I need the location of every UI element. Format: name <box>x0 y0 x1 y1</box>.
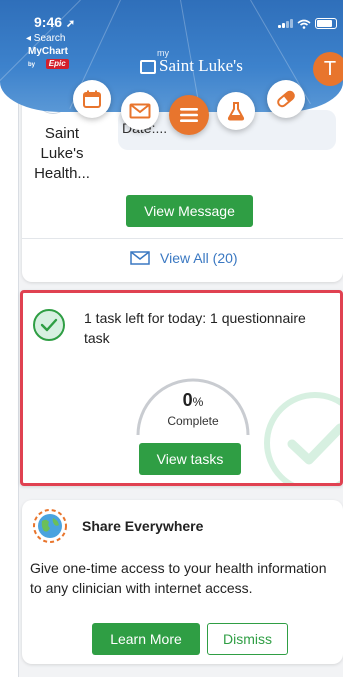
share-title: Share Everywhere <box>82 518 204 534</box>
test-results-button[interactable] <box>217 92 255 130</box>
view-all-link[interactable]: View All (20) <box>130 250 238 266</box>
saint-lukes-brand: my Saint Luke's <box>140 48 243 76</box>
signal-icon <box>278 19 293 28</box>
progress-percent: 0% <box>182 390 204 410</box>
task-summary-text: 1 task left for today: 1 questionnaire t… <box>84 310 306 346</box>
battery-icon <box>315 18 337 29</box>
globe-icon <box>33 509 67 543</box>
flask-icon <box>227 102 245 121</box>
view-tasks-button[interactable]: View tasks <box>139 443 241 475</box>
status-time: 9:46 ➚ <box>34 14 76 30</box>
envelope-icon <box>129 103 151 119</box>
view-message-button[interactable]: View Message <box>126 195 253 227</box>
menu-icon <box>180 108 198 122</box>
checkmark-watermark-icon <box>264 392 340 483</box>
pill-icon <box>277 90 295 108</box>
view-all-label: View All (20) <box>160 250 238 266</box>
avatar[interactable]: T <box>313 52 343 86</box>
message-org-name: Saint Luke's Health... <box>34 125 90 182</box>
wifi-icon <box>297 19 311 29</box>
calendar-icon <box>83 90 101 108</box>
mychart-logo: MyChart by Epic <box>28 46 69 69</box>
messages-button[interactable] <box>121 92 159 130</box>
appointments-button[interactable] <box>73 80 111 118</box>
dismiss-button[interactable]: Dismiss <box>207 623 288 655</box>
status-icons <box>278 18 337 29</box>
envelope-icon <box>130 251 150 265</box>
share-everywhere-card: Share Everywhere Give one-time access to… <box>22 500 343 664</box>
brand-logo-icon <box>140 60 156 74</box>
medications-button[interactable] <box>267 80 305 118</box>
task-card: 1 task left for today: 1 questionnaire t… <box>20 290 343 486</box>
task-check-icon <box>33 309 65 341</box>
share-description: Give one-time access to your health info… <box>30 560 327 596</box>
learn-more-button[interactable]: Learn More <box>92 623 200 655</box>
back-to-search-link[interactable]: ◂ Search <box>26 33 65 44</box>
progress-complete-label: Complete <box>167 414 219 428</box>
card-divider <box>22 238 343 239</box>
main-menu-button[interactable] <box>169 95 209 135</box>
